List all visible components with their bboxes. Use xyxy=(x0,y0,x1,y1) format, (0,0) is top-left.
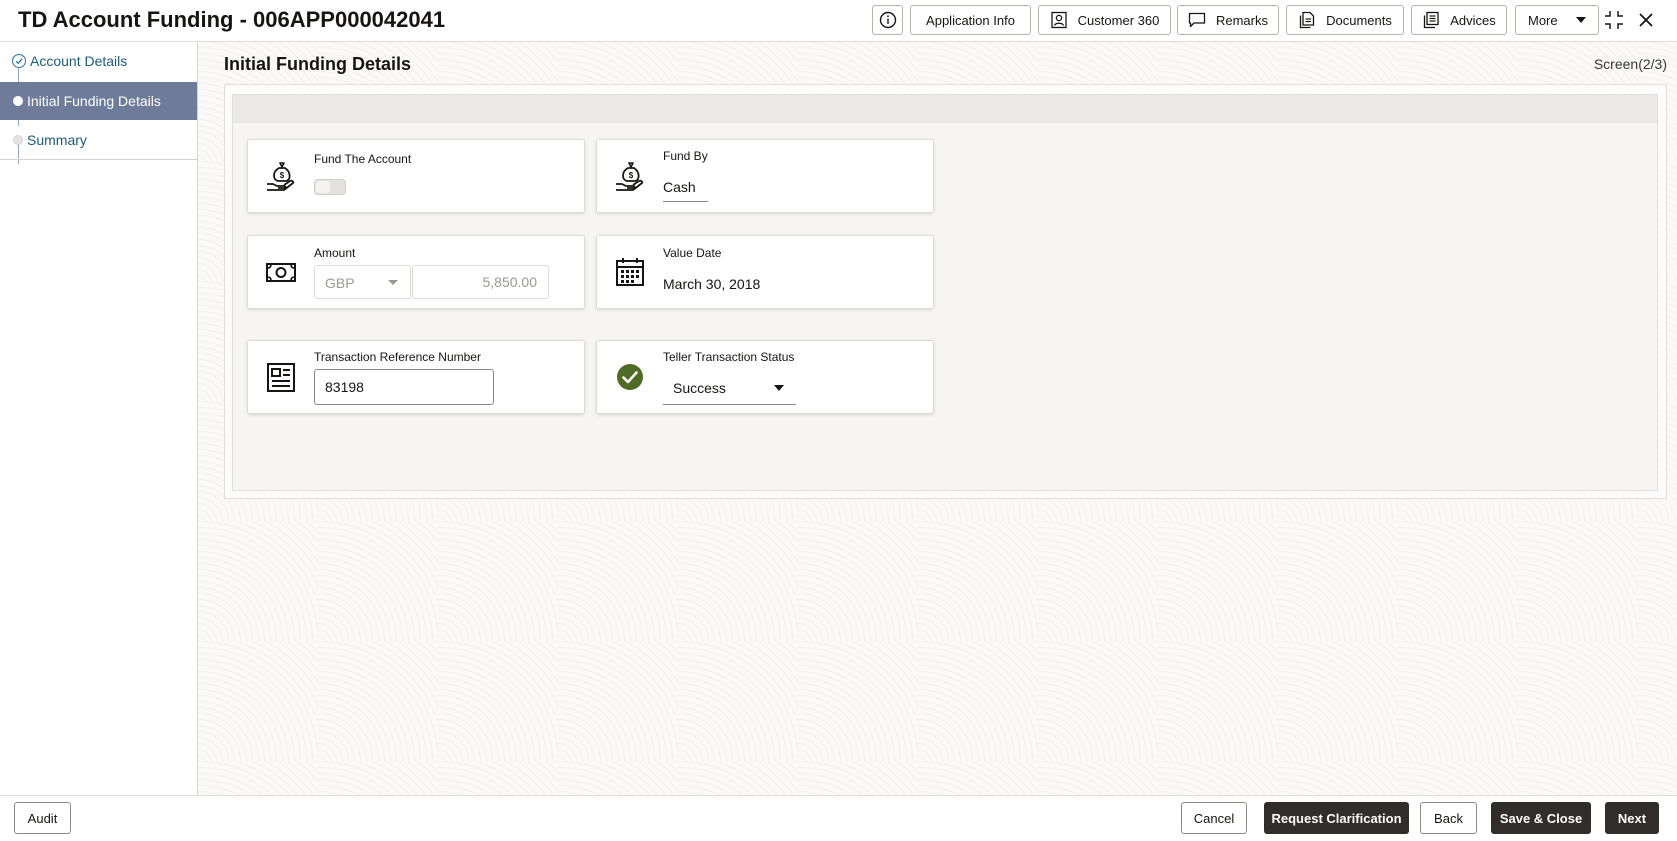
info-button[interactable] xyxy=(872,5,903,35)
remarks-label: Remarks xyxy=(1215,12,1268,28)
fund-by-label: Fund By xyxy=(663,149,708,163)
pending-step-dot-icon xyxy=(13,135,23,145)
form-panel: $ Fund The Account $ Fund By Cash Amount… xyxy=(232,94,1658,491)
application-info-button[interactable]: Application Info xyxy=(910,5,1031,35)
transaction-reference-label: Transaction Reference Number xyxy=(314,350,481,364)
main-content: Initial Funding Details Screen(2/3) $ Fu… xyxy=(198,42,1677,795)
back-button[interactable]: Back xyxy=(1420,802,1477,834)
more-label: More xyxy=(1528,12,1558,28)
documents-label: Documents xyxy=(1326,12,1392,28)
current-step-dot-icon xyxy=(13,96,23,106)
transaction-reference-card: Transaction Reference Number xyxy=(247,340,585,414)
sidebar-item-summary[interactable]: Summary xyxy=(0,121,197,160)
screen-indicator: Screen(2/3) xyxy=(1593,56,1667,72)
documents-button[interactable]: Documents xyxy=(1286,5,1404,35)
transaction-reference-input[interactable] xyxy=(314,369,494,405)
fund-the-account-label: Fund The Account xyxy=(314,152,412,166)
teller-status-value: Success xyxy=(673,380,726,396)
close-button[interactable] xyxy=(1634,8,1658,32)
cancel-button[interactable]: Cancel xyxy=(1181,802,1247,834)
banknote-icon xyxy=(264,255,298,289)
user-card-icon xyxy=(1050,11,1068,29)
customer-360-button[interactable]: Customer 360 xyxy=(1038,5,1171,35)
steps-sidebar: Account Details Initial Funding Details … xyxy=(0,42,198,795)
request-clarification-button[interactable]: Request Clarification xyxy=(1264,802,1409,834)
remarks-button[interactable]: Remarks xyxy=(1177,5,1279,35)
sidebar-item-label: Summary xyxy=(27,132,87,148)
documents-icon xyxy=(1298,11,1316,29)
svg-text:$: $ xyxy=(629,171,634,180)
sidebar-item-label: Initial Funding Details xyxy=(27,93,161,109)
currency-select[interactable]: GBP xyxy=(314,265,411,299)
fund-by-card: $ Fund By Cash xyxy=(596,139,934,213)
amount-input[interactable] xyxy=(412,265,549,299)
application-info-label: Application Info xyxy=(926,12,1015,28)
page-header-title: TD Account Funding - 006APP000042041 xyxy=(18,7,446,32)
chevron-down-icon xyxy=(388,280,398,285)
more-menu-button[interactable]: More xyxy=(1515,5,1599,35)
fund-the-account-card: $ Fund The Account xyxy=(247,139,585,213)
amount-label: Amount xyxy=(314,246,356,260)
check-circle-icon xyxy=(12,54,26,68)
next-button[interactable]: Next xyxy=(1605,802,1659,834)
value-date-card: Value Date March 30, 2018 xyxy=(596,235,934,309)
header-bar: TD Account Funding - 006APP000042041 App… xyxy=(0,0,1677,42)
money-bag-hand-icon: $ xyxy=(264,159,298,193)
advices-label: Advices xyxy=(1450,12,1496,28)
sidebar-item-label: Account Details xyxy=(30,53,128,69)
currency-value: GBP xyxy=(325,275,355,291)
calendar-icon xyxy=(613,255,647,289)
check-circle-icon xyxy=(613,360,647,394)
chevron-down-icon xyxy=(1576,17,1586,23)
sidebar-item-account-details[interactable]: Account Details xyxy=(0,42,197,80)
minimize-button[interactable] xyxy=(1602,8,1626,32)
footer-bar: Audit Cancel Request Clarification Back … xyxy=(0,795,1677,841)
money-bag-hand-icon: $ xyxy=(613,159,647,193)
speech-bubble-icon xyxy=(1188,11,1206,29)
value-date-label: Value Date xyxy=(663,246,722,260)
panel-header-strip xyxy=(233,95,1657,123)
page-title: Initial Funding Details xyxy=(224,54,412,74)
close-icon xyxy=(1639,13,1653,27)
save-and-close-button[interactable]: Save & Close xyxy=(1491,802,1591,834)
teller-status-select[interactable]: Success xyxy=(663,371,796,405)
chevron-down-icon xyxy=(774,385,784,391)
svg-text:$: $ xyxy=(280,171,285,180)
teller-status-card: Teller Transaction Status Success xyxy=(596,340,934,414)
fund-by-value: Cash xyxy=(663,179,708,202)
minimize-icon xyxy=(1605,11,1623,29)
value-date-value: March 30, 2018 xyxy=(663,276,761,292)
fund-the-account-toggle[interactable] xyxy=(314,179,346,195)
audit-button[interactable]: Audit xyxy=(14,802,71,834)
reference-document-icon xyxy=(264,360,298,394)
amount-card: Amount GBP xyxy=(247,235,585,309)
info-icon xyxy=(879,11,897,29)
sidebar-item-initial-funding-details[interactable]: Initial Funding Details xyxy=(0,82,197,120)
teller-status-label: Teller Transaction Status xyxy=(663,350,795,364)
customer-360-label: Customer 360 xyxy=(1077,12,1160,28)
advices-button[interactable]: Advices xyxy=(1411,5,1507,35)
advices-icon xyxy=(1422,11,1440,29)
